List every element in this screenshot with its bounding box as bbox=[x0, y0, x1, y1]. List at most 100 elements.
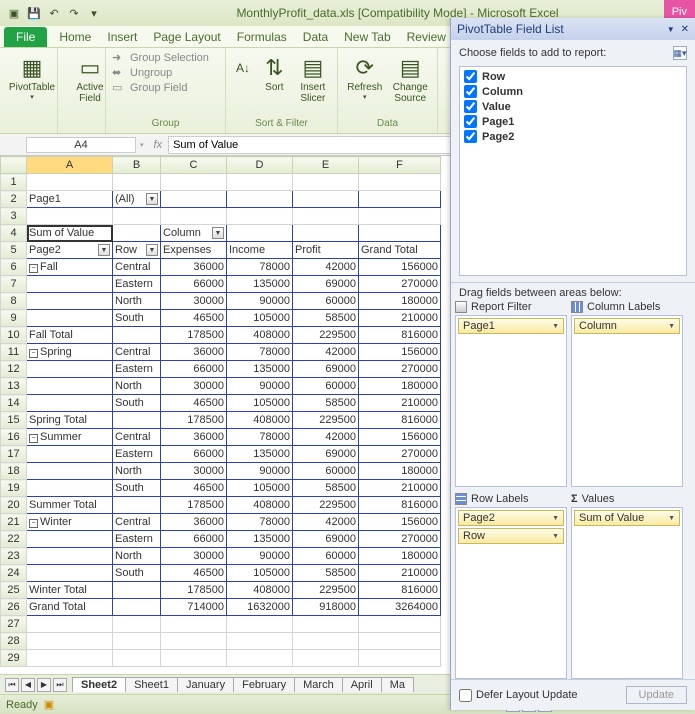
cell-B13[interactable]: North bbox=[113, 378, 161, 395]
cell-A19[interactable] bbox=[27, 480, 113, 497]
save-icon[interactable]: 💾 bbox=[26, 5, 42, 21]
row-header-16[interactable]: 16 bbox=[1, 429, 27, 446]
cell-D12[interactable]: 135000 bbox=[227, 361, 293, 378]
col-header-D[interactable]: D bbox=[227, 157, 293, 174]
field-checkbox[interactable] bbox=[464, 70, 477, 83]
row-header-6[interactable]: 6 bbox=[1, 259, 27, 276]
page1-filter-dropdown[interactable]: ▼ bbox=[146, 193, 158, 205]
cell-D16[interactable]: 78000 bbox=[227, 429, 293, 446]
chevron-down-icon[interactable]: ▼ bbox=[668, 323, 675, 330]
cell-E3[interactable] bbox=[293, 208, 359, 225]
cell-D19[interactable]: 105000 bbox=[227, 480, 293, 497]
cell-D6[interactable]: 78000 bbox=[227, 259, 293, 276]
group-field-button[interactable]: ▭Group Field bbox=[110, 80, 221, 95]
cell-A11[interactable]: −Spring bbox=[27, 344, 113, 361]
cell-D17[interactable]: 135000 bbox=[227, 446, 293, 463]
column-filter-dropdown[interactable]: ▼ bbox=[212, 227, 224, 239]
cell-B17[interactable]: Eastern bbox=[113, 446, 161, 463]
cell-C9[interactable]: 46500 bbox=[161, 310, 227, 327]
cell-F9[interactable]: 210000 bbox=[359, 310, 441, 327]
macro-record-icon[interactable]: ▣ bbox=[44, 698, 54, 711]
cell-F24[interactable]: 210000 bbox=[359, 565, 441, 582]
field-list-dropdown-icon[interactable]: ▼ bbox=[667, 25, 675, 34]
row-header-11[interactable]: 11 bbox=[1, 344, 27, 361]
cell-C1[interactable] bbox=[161, 174, 227, 191]
cell-E28[interactable] bbox=[293, 633, 359, 650]
collapse-icon[interactable]: − bbox=[29, 349, 38, 358]
row-header-3[interactable]: 3 bbox=[1, 208, 27, 225]
cell-A15[interactable]: Spring Total bbox=[27, 412, 113, 429]
row-labels-area[interactable]: Page2▼Row▼ bbox=[455, 507, 567, 679]
refresh-button[interactable]: ⟳Refresh▾ bbox=[342, 50, 388, 108]
cell-D20[interactable]: 408000 bbox=[227, 497, 293, 514]
cell-F26[interactable]: 3264000 bbox=[359, 599, 441, 616]
chevron-down-icon[interactable]: ▼ bbox=[552, 515, 559, 522]
cell-F4[interactable] bbox=[359, 225, 441, 242]
cell-E27[interactable] bbox=[293, 616, 359, 633]
field-column[interactable]: Column bbox=[464, 84, 682, 99]
cell-C16[interactable]: 36000 bbox=[161, 429, 227, 446]
cell-E8[interactable]: 60000 bbox=[293, 293, 359, 310]
cell-A20[interactable]: Summer Total bbox=[27, 497, 113, 514]
cell-F1[interactable] bbox=[359, 174, 441, 191]
field-value[interactable]: Value bbox=[464, 99, 682, 114]
cell-A6[interactable]: −Fall bbox=[27, 259, 113, 276]
field-list-close-icon[interactable]: ✕ bbox=[681, 24, 689, 35]
select-all-corner[interactable] bbox=[1, 157, 27, 174]
group-selection-button[interactable]: ➜Group Selection bbox=[110, 50, 221, 65]
row-header-20[interactable]: 20 bbox=[1, 497, 27, 514]
cell-C23[interactable]: 30000 bbox=[161, 548, 227, 565]
cell-A10[interactable]: Fall Total bbox=[27, 327, 113, 344]
sheet-tab-february[interactable]: February bbox=[233, 677, 295, 692]
cell-D9[interactable]: 105000 bbox=[227, 310, 293, 327]
field-page1[interactable]: Page1 bbox=[464, 114, 682, 129]
row-header-21[interactable]: 21 bbox=[1, 514, 27, 531]
cell-B24[interactable]: South bbox=[113, 565, 161, 582]
cell-C2[interactable] bbox=[161, 191, 227, 208]
col-header-C[interactable]: C bbox=[161, 157, 227, 174]
cell-A3[interactable] bbox=[27, 208, 113, 225]
cell-A24[interactable] bbox=[27, 565, 113, 582]
cell-D23[interactable]: 90000 bbox=[227, 548, 293, 565]
cell-D26[interactable]: 1632000 bbox=[227, 599, 293, 616]
cell-E21[interactable]: 42000 bbox=[293, 514, 359, 531]
row-header-15[interactable]: 15 bbox=[1, 412, 27, 429]
defer-layout-checkbox[interactable] bbox=[459, 689, 472, 702]
cell-A5[interactable]: Page2▼ bbox=[27, 242, 113, 259]
cell-C12[interactable]: 66000 bbox=[161, 361, 227, 378]
cell-C25[interactable]: 178500 bbox=[161, 582, 227, 599]
row-header-18[interactable]: 18 bbox=[1, 463, 27, 480]
cell-E4[interactable] bbox=[293, 225, 359, 242]
cell-B12[interactable]: Eastern bbox=[113, 361, 161, 378]
cell-F2[interactable] bbox=[359, 191, 441, 208]
cell-C7[interactable]: 66000 bbox=[161, 276, 227, 293]
cell-D10[interactable]: 408000 bbox=[227, 327, 293, 344]
cell-A21[interactable]: −Winter bbox=[27, 514, 113, 531]
cell-B8[interactable]: North bbox=[113, 293, 161, 310]
cell-F22[interactable]: 270000 bbox=[359, 531, 441, 548]
field-list-layout-icon[interactable]: ▦▾ bbox=[673, 46, 687, 60]
cell-E14[interactable]: 58500 bbox=[293, 395, 359, 412]
cell-F27[interactable] bbox=[359, 616, 441, 633]
cell-D29[interactable] bbox=[227, 650, 293, 667]
page2-filter-dropdown[interactable]: ▼ bbox=[98, 244, 110, 256]
cell-B27[interactable] bbox=[113, 616, 161, 633]
row-header-22[interactable]: 22 bbox=[1, 531, 27, 548]
cell-F3[interactable] bbox=[359, 208, 441, 225]
cell-B7[interactable]: Eastern bbox=[113, 276, 161, 293]
cell-F8[interactable]: 180000 bbox=[359, 293, 441, 310]
cell-F19[interactable]: 210000 bbox=[359, 480, 441, 497]
row-header-14[interactable]: 14 bbox=[1, 395, 27, 412]
cell-A9[interactable] bbox=[27, 310, 113, 327]
cell-E18[interactable]: 60000 bbox=[293, 463, 359, 480]
cell-C29[interactable] bbox=[161, 650, 227, 667]
cell-C17[interactable]: 66000 bbox=[161, 446, 227, 463]
cell-E13[interactable]: 60000 bbox=[293, 378, 359, 395]
cell-F14[interactable]: 210000 bbox=[359, 395, 441, 412]
redo-icon[interactable]: ↷ bbox=[66, 5, 82, 21]
cell-E9[interactable]: 58500 bbox=[293, 310, 359, 327]
cell-D11[interactable]: 78000 bbox=[227, 344, 293, 361]
area-field-page2[interactable]: Page2▼ bbox=[458, 510, 564, 526]
cell-A13[interactable] bbox=[27, 378, 113, 395]
cell-D18[interactable]: 90000 bbox=[227, 463, 293, 480]
